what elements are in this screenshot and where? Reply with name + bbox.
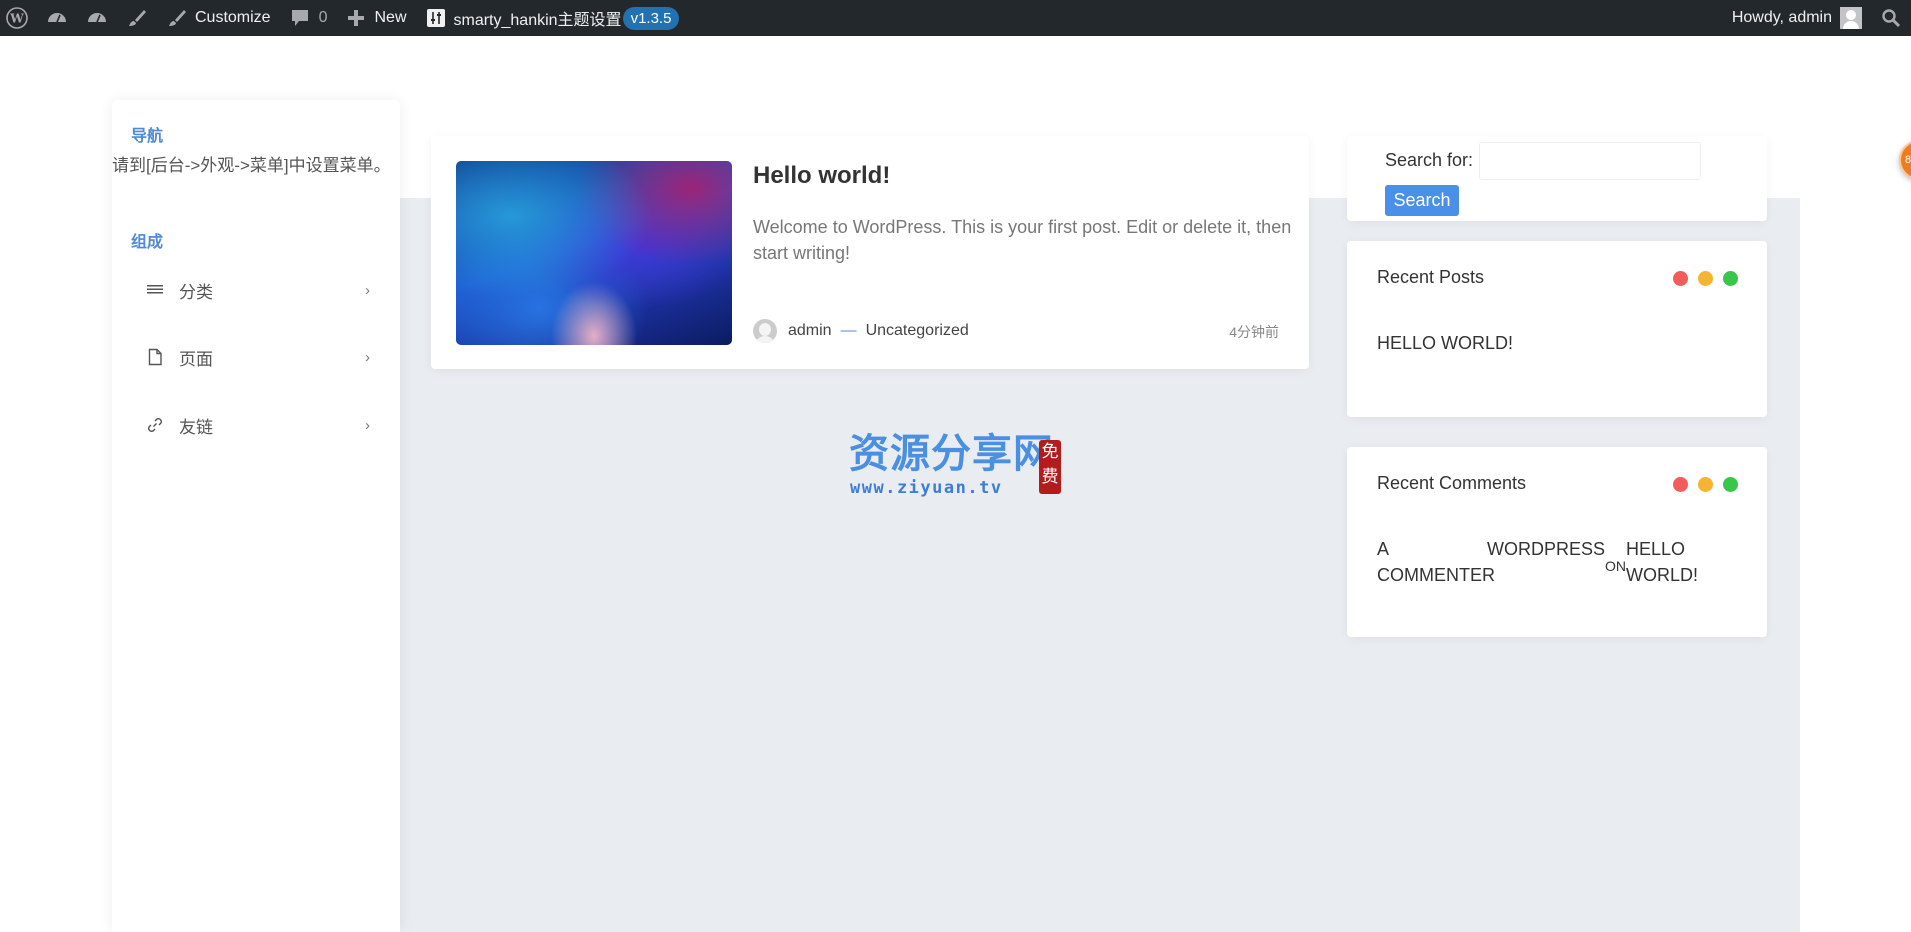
dashboard-icon	[86, 7, 108, 29]
watermark-url: www.ziyuan.tv	[850, 478, 1003, 498]
appearance-link[interactable]	[117, 0, 157, 36]
window-dots	[1673, 477, 1738, 492]
post-excerpt: Welcome to WordPress. This is your first…	[753, 217, 1292, 263]
window-dots	[1673, 271, 1738, 286]
watermark-title: 资源分享网	[849, 430, 1054, 477]
wordpress-menu[interactable]: W	[0, 0, 37, 36]
red-dot-icon	[1673, 477, 1688, 492]
post-time: 4分钟前	[1229, 324, 1279, 340]
theme-settings-link[interactable]: smarty_hankin主题设置 v1.3.5	[416, 0, 689, 36]
theme-settings-label: smarty_hankin主题设置	[453, 12, 622, 29]
widget-title: Recent Comments	[1377, 473, 1527, 493]
group-section-title: 组成	[131, 234, 164, 251]
post-category-link[interactable]: Uncategorized	[866, 322, 969, 340]
post-card: Hello world! Welcome to WordPress. This …	[431, 136, 1309, 369]
search-input[interactable]	[1479, 142, 1701, 180]
watermark-seal: 免费	[1039, 440, 1061, 494]
author-avatar-icon	[753, 319, 777, 343]
sidenav-item-label: 友链	[179, 417, 213, 437]
dashboard-link-2[interactable]	[77, 0, 117, 36]
version-badge: v1.3.5	[622, 6, 680, 30]
search-label: Search for:	[1385, 150, 1474, 170]
recent-posts-widget: Recent Posts HELLO WORLD!	[1347, 241, 1767, 417]
chevron-right-icon: ›	[365, 416, 370, 434]
sidenav-item-label: 页面	[179, 349, 213, 369]
list-icon	[145, 280, 165, 300]
chevron-right-icon: ›	[365, 281, 370, 299]
search-button[interactable]: Search	[1385, 185, 1459, 216]
widget-title: Recent Posts	[1377, 267, 1485, 287]
recent-comment-item: A COMMENTER WORDPRESS ON HELLO WORLD!	[1377, 536, 1717, 588]
sidenav-item-label: 分类	[179, 282, 213, 302]
post-author-link[interactable]: admin	[788, 322, 832, 340]
user-avatar-icon	[1840, 7, 1862, 29]
svg-text:W: W	[9, 12, 24, 26]
comment-on-text: ON	[1605, 558, 1627, 574]
dashboard-icon	[46, 7, 68, 29]
howdy-label: Howdy, admin	[1731, 9, 1832, 26]
new-label: New	[374, 9, 407, 26]
admin-bar-search[interactable]	[1871, 0, 1911, 36]
red-dot-icon	[1673, 271, 1688, 286]
comment-post-link[interactable]: HELLO WORLD!	[1626, 536, 1706, 588]
nav-menu-notice: 请到[后台->外观->菜单]中设置菜单。	[112, 156, 391, 175]
comments-link[interactable]: 0	[280, 0, 337, 36]
comment-icon	[289, 7, 311, 29]
dashboard-link[interactable]	[37, 0, 77, 36]
side-navigation: 导航 请到[后台->外观->菜单]中设置菜单。 组成 分类 › 页面 › 友链 …	[112, 100, 400, 932]
new-content-link[interactable]: New	[336, 0, 415, 36]
sidenav-item-links[interactable]: 友链 ›	[145, 408, 370, 442]
nav-section-title: 导航	[131, 128, 164, 145]
search-icon	[1880, 7, 1902, 29]
post-thumbnail[interactable]	[456, 161, 732, 345]
yellow-dot-icon	[1698, 271, 1713, 286]
post-title[interactable]: Hello world!	[753, 162, 890, 190]
plus-icon	[345, 7, 367, 29]
my-account-link[interactable]: Howdy, admin	[1723, 0, 1871, 36]
meta-separator: —	[840, 322, 857, 339]
green-dot-icon	[1723, 271, 1738, 286]
wordpress-logo-icon: W	[6, 7, 28, 29]
chevron-right-icon: ›	[365, 348, 370, 366]
green-dot-icon	[1723, 477, 1738, 492]
comments-count: 0	[318, 9, 328, 26]
settings-sliders-icon	[425, 7, 447, 29]
brush-icon	[166, 7, 188, 29]
post-meta: admin — Uncategorized	[753, 319, 969, 343]
sidenav-item-pages[interactable]: 页面 ›	[145, 340, 370, 374]
link-icon	[145, 415, 165, 435]
yellow-dot-icon	[1698, 477, 1713, 492]
recent-comments-widget: Recent Comments A COMMENTER WORDPRESS ON…	[1347, 447, 1767, 637]
watermark-logo: 资源分享网 www.ziyuan.tv 免费	[849, 432, 1069, 502]
floating-action-button[interactable]: 8	[1899, 140, 1911, 180]
brush-icon	[126, 7, 148, 29]
comment-author-link[interactable]: A COMMENTER	[1377, 536, 1495, 588]
customize-label: Customize	[195, 9, 271, 26]
comment-site-link[interactable]: WORDPRESS	[1487, 536, 1605, 588]
recent-post-link[interactable]: HELLO WORLD!	[1377, 333, 1513, 354]
search-widget: Search for: Search	[1347, 136, 1767, 221]
customize-link[interactable]: Customize	[157, 0, 280, 36]
admin-bar: W Customize 0 New smarty_hankin主题设置 v1.3…	[0, 0, 1911, 36]
admin-bar-right: Howdy, admin	[1723, 0, 1911, 36]
sidenav-item-categories[interactable]: 分类 ›	[145, 273, 370, 307]
page-icon	[145, 347, 165, 367]
